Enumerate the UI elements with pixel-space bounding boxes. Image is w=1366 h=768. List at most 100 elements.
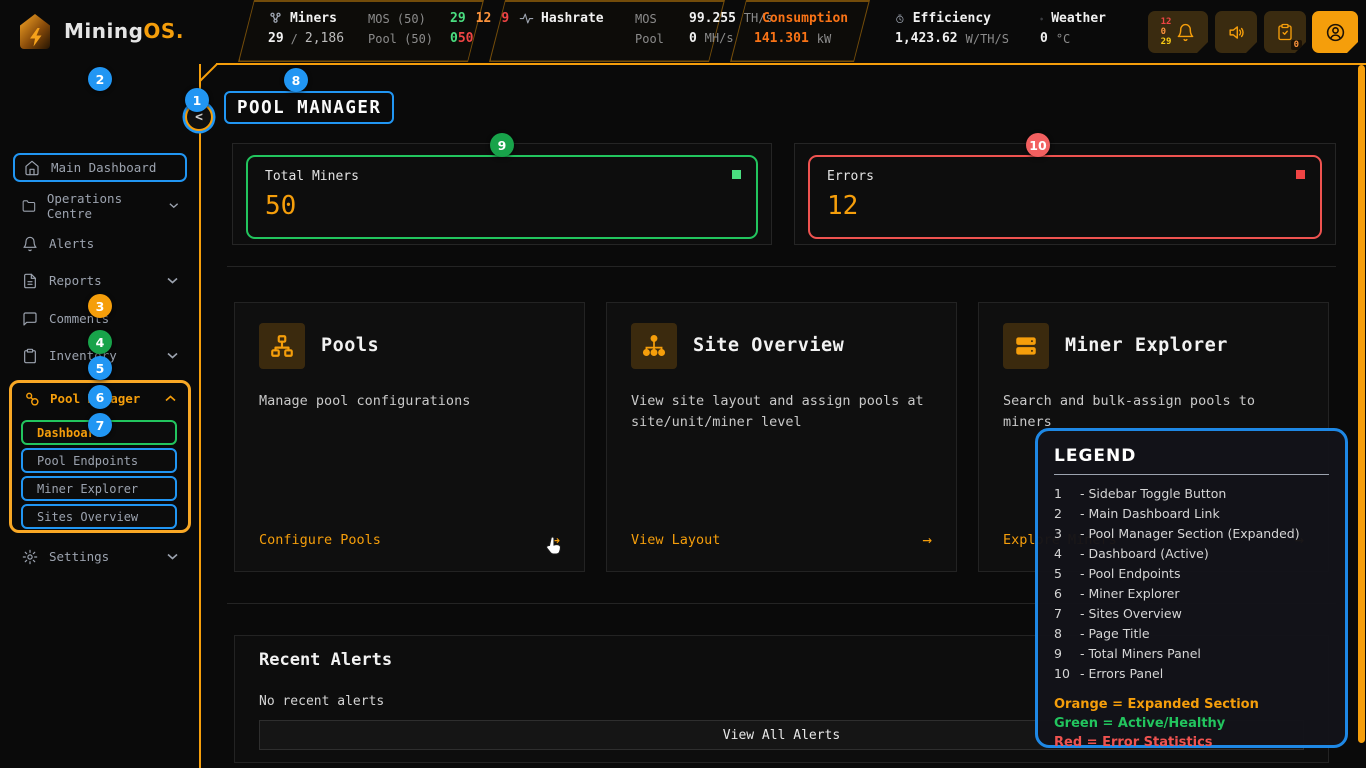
legend-item-label: - Sites Overview bbox=[1080, 604, 1182, 624]
chevron-down-icon bbox=[167, 277, 178, 284]
consumption-value: 141.301 bbox=[754, 31, 809, 46]
legend-item: 7 - Sites Overview bbox=[1054, 604, 1329, 624]
notifications-button[interactable]: 12 0 29 bbox=[1148, 11, 1208, 53]
server-stack-icon bbox=[1013, 333, 1039, 359]
speaker-icon bbox=[1227, 23, 1246, 42]
bell-icon bbox=[22, 236, 38, 252]
notif-critical-count: 12 bbox=[1161, 17, 1172, 27]
efficiency-timer-icon bbox=[895, 12, 905, 26]
sidebar-item-settings[interactable]: Settings bbox=[13, 542, 187, 571]
weather-value: 0 bbox=[1040, 31, 1048, 46]
sidebar-item-operations-centre[interactable]: Operations Centre bbox=[13, 191, 187, 220]
hashrate-mos-label: MOS bbox=[635, 12, 681, 26]
annotation-badge: 10 bbox=[1026, 133, 1050, 157]
sidebar-subitem-sites-overview[interactable]: Sites Overview bbox=[21, 504, 177, 529]
notif-warning-count: 0 bbox=[1161, 27, 1172, 37]
sidebar-item-main-dashboard[interactable]: Main Dashboard bbox=[13, 153, 187, 182]
header: MiningOS. Miners MOS (50) 29 bbox=[0, 0, 1366, 64]
legend-items: 1 - Sidebar Toggle Button 2 - Main Dashb… bbox=[1054, 484, 1329, 684]
card-link-label: View Layout bbox=[631, 532, 720, 548]
message-square-icon bbox=[22, 311, 38, 327]
tasks-badge: 0 bbox=[1291, 40, 1302, 50]
efficiency-unit: W/TH/S bbox=[966, 32, 1009, 46]
no-alerts-message: No recent alerts bbox=[259, 694, 384, 709]
annotation-badge-number: 7 bbox=[96, 418, 105, 433]
site-overview-card[interactable]: Site Overview View site layout and assig… bbox=[606, 302, 957, 572]
subitem-label: Pool Endpoints bbox=[37, 454, 138, 468]
profile-button[interactable] bbox=[1312, 11, 1358, 53]
miners-pool-errors: 50 bbox=[458, 31, 474, 46]
view-all-alerts-label: View All Alerts bbox=[723, 728, 840, 743]
brand-logo: MiningOS. bbox=[16, 12, 184, 50]
weather-sun-icon bbox=[1040, 12, 1043, 26]
weather-stat-panel: Weather 0 °C bbox=[1020, 0, 1130, 62]
logo-shield-icon bbox=[16, 12, 54, 50]
card-description: Search and bulk-assign pools to miners bbox=[1003, 391, 1304, 433]
notification-counts: 12 0 29 bbox=[1161, 17, 1172, 47]
sidebar-label: Reports bbox=[49, 273, 102, 288]
corner-accent-line bbox=[199, 63, 217, 81]
annotation-badge: 5 bbox=[88, 356, 112, 380]
card-title: Site Overview bbox=[693, 335, 844, 356]
miners-separator: / bbox=[291, 32, 298, 46]
clipboard-icon bbox=[22, 348, 38, 364]
legend-item: 9 - Total Miners Panel bbox=[1054, 644, 1329, 664]
legend-item-label: - Errors Panel bbox=[1080, 664, 1163, 684]
file-text-icon bbox=[22, 273, 38, 289]
tasks-button[interactable]: 0 bbox=[1264, 11, 1306, 53]
card-title: Miner Explorer bbox=[1065, 335, 1228, 356]
annotation-badge: 2 bbox=[88, 67, 112, 91]
card-description: View site layout and assign pools at sit… bbox=[631, 391, 932, 433]
legend-title: LEGEND bbox=[1054, 446, 1329, 466]
legend-item: 10 - Errors Panel bbox=[1054, 664, 1329, 684]
sidebar-item-alerts[interactable]: Alerts bbox=[13, 229, 187, 258]
legend-item-label: - Pool Manager Section (Expanded) bbox=[1080, 524, 1300, 544]
legend-item-number: 10 bbox=[1054, 664, 1074, 684]
view-layout-link[interactable]: View Layout → bbox=[631, 530, 932, 549]
legend-color-note: Red = Error Statistics bbox=[1054, 733, 1329, 752]
folder-icon bbox=[22, 198, 36, 214]
sound-button[interactable] bbox=[1215, 11, 1257, 53]
weather-title: Weather bbox=[1051, 11, 1106, 26]
errors-highlight: Errors 12 bbox=[808, 155, 1322, 239]
arrow-right-icon: → bbox=[922, 530, 932, 549]
legend-divider bbox=[1054, 474, 1329, 475]
annotation-badge: 1 bbox=[185, 88, 209, 112]
efficiency-value: 1,423.62 bbox=[895, 31, 958, 46]
hashrate-pool-label: Pool bbox=[635, 32, 681, 46]
annotation-badge-number: 6 bbox=[96, 390, 105, 405]
scrollbar-thumb[interactable] bbox=[1358, 65, 1365, 743]
clipboard-check-icon bbox=[1276, 23, 1294, 41]
pools-card[interactable]: Pools Manage pool configurations Configu… bbox=[234, 302, 585, 572]
sidebar-label: Operations Centre bbox=[47, 191, 158, 221]
annotation-badge-number: 10 bbox=[1029, 138, 1046, 153]
chevron-down-icon bbox=[167, 352, 178, 359]
legend-item-label: - Main Dashboard Link bbox=[1080, 504, 1220, 524]
total-miners-highlight: Total Miners 50 bbox=[246, 155, 758, 239]
miner-explorer-icon-tile bbox=[1003, 323, 1049, 369]
status-dot-green bbox=[732, 170, 741, 179]
sidebar-item-reports[interactable]: Reports bbox=[13, 266, 187, 295]
brand-accent: OS. bbox=[143, 19, 184, 43]
sidebar-subitem-pool-endpoints[interactable]: Pool Endpoints bbox=[21, 448, 177, 473]
sitemap-icon bbox=[269, 333, 295, 359]
annotation-badge-number: 2 bbox=[96, 72, 105, 87]
total-miners-label: Total Miners bbox=[265, 169, 739, 184]
org-tree-icon bbox=[641, 333, 667, 359]
consumption-stat-panel: Consumption 141.301 kW bbox=[730, 0, 870, 62]
annotation-badge: 7 bbox=[88, 413, 112, 437]
sidebar-subitem-miner-explorer[interactable]: Miner Explorer bbox=[21, 476, 177, 501]
configure-pools-link[interactable]: Configure Pools → bbox=[259, 530, 560, 549]
miners-network-icon bbox=[268, 11, 283, 26]
brand-primary: Mining bbox=[64, 19, 143, 43]
brand-name: MiningOS. bbox=[64, 19, 184, 43]
subitem-label: Sites Overview bbox=[37, 510, 138, 524]
annotation-badge: 9 bbox=[490, 133, 514, 157]
annotation-badge: 4 bbox=[88, 330, 112, 354]
hashrate-mos-value: 99.255 bbox=[689, 11, 736, 26]
miners-stat-panel: Miners MOS (50) 29 12 9 29 / 2,186 bbox=[238, 0, 484, 62]
miners-mos-label: MOS (50) bbox=[368, 12, 442, 26]
bell-icon bbox=[1176, 23, 1195, 42]
pools-icon-tile bbox=[259, 323, 305, 369]
hashrate-activity-icon bbox=[519, 11, 534, 26]
